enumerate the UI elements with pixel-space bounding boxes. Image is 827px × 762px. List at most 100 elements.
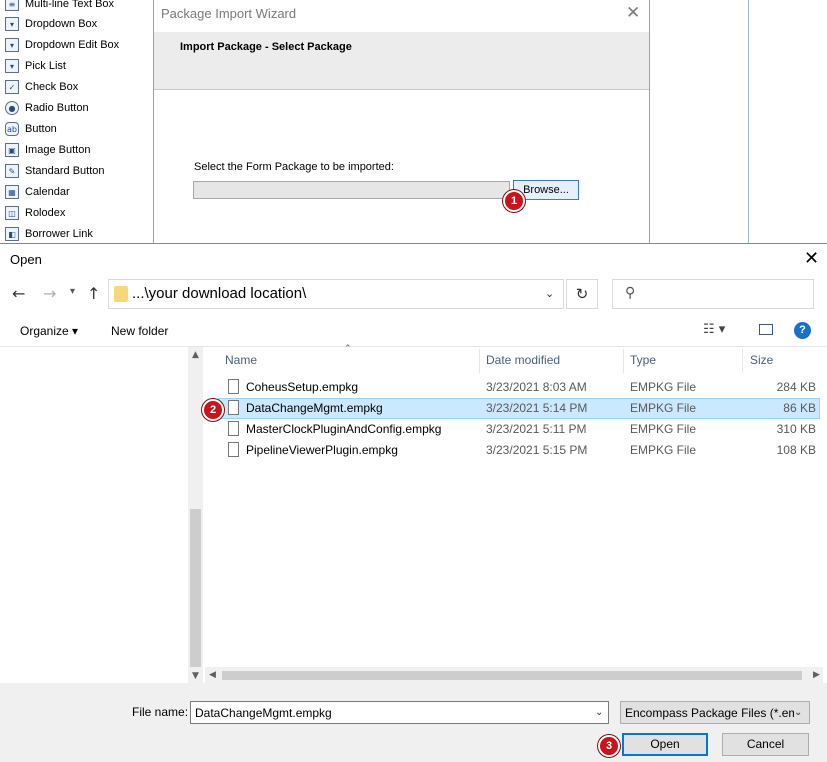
dialog-footer: File name: DataChangeMgmt.empkg ⌄ Encomp…	[0, 683, 827, 762]
refresh-icon[interactable]: ↻	[566, 279, 598, 309]
horizontal-scroll-thumb[interactable]	[222, 671, 802, 680]
file-name: PipelineViewerPlugin.empkg	[246, 443, 398, 457]
cancel-button[interactable]: Cancel	[722, 733, 809, 756]
scroll-left-arrow-icon[interactable]: ◀	[209, 670, 216, 680]
toolbox-item-multiline-text-box[interactable]: ≡ Multi-line Text Box	[5, 0, 114, 14]
toolbox-item-check-box[interactable]: ✓ Check Box	[5, 77, 78, 97]
help-icon[interactable]: ?	[794, 322, 811, 339]
toolbox-item-label: Rolodex	[25, 207, 66, 219]
new-folder-button[interactable]: New folder	[111, 324, 168, 338]
change-view-icon[interactable]: ☷ ▾	[703, 322, 725, 337]
toolbox-item-borrower-link[interactable]: ◧ Borrower Link	[5, 224, 93, 244]
file-name-label: File name:	[132, 705, 189, 719]
file-name: CoheusSetup.empkg	[246, 380, 359, 394]
organize-menu[interactable]: Organize ▾	[20, 324, 78, 338]
column-separator[interactable]	[742, 349, 743, 373]
toolbox-item-label: Radio Button	[25, 102, 89, 114]
step-badge-1: 1	[503, 190, 525, 212]
toolbox-item-label: Check Box	[25, 81, 79, 93]
toolbox-item-rolodex[interactable]: ◫ Rolodex	[5, 203, 65, 223]
file-name: MasterClockPluginAndConfig.empkg	[246, 422, 442, 436]
file-size: 284 KB	[776, 380, 816, 394]
toolbox-item-radio-button[interactable]: ● Radio Button	[5, 98, 89, 118]
file-type: EMPKG File	[630, 380, 697, 394]
wizard-close-icon[interactable]: ✕	[626, 3, 640, 23]
scroll-right-arrow-icon[interactable]: ▶	[813, 670, 820, 680]
preview-pane-icon[interactable]	[759, 324, 773, 335]
folder-icon	[114, 286, 128, 302]
file-name-input[interactable]: DataChangeMgmt.empkg ⌄	[190, 701, 609, 724]
toolbox-item-pick-list[interactable]: ▾ Pick List	[5, 56, 66, 76]
open-button[interactable]: Open	[622, 733, 708, 756]
toolbox-item-button[interactable]: ab Button	[5, 119, 57, 139]
search-box[interactable]: ⚲	[612, 279, 814, 309]
up-arrow-icon[interactable]: ↑	[87, 284, 100, 303]
recent-locations-chevron-icon[interactable]: ▾	[70, 286, 75, 297]
file-type: EMPKG File	[630, 443, 697, 457]
column-header-type[interactable]: Type	[630, 353, 656, 367]
wizard-title: Package Import Wizard	[161, 6, 297, 21]
file-icon	[228, 379, 239, 394]
scroll-down-arrow-icon[interactable]: ▼	[192, 671, 199, 681]
file-date: 3/23/2021 5:15 PM	[486, 443, 588, 457]
forward-arrow-icon[interactable]: →	[43, 284, 56, 303]
toolbox-item-label: Standard Button	[25, 165, 105, 177]
dialog-title: Open	[10, 252, 42, 267]
toolbox-item-label: Dropdown Box	[25, 18, 98, 30]
background-panel	[650, 0, 827, 243]
file-type: EMPKG File	[630, 422, 697, 436]
column-header-name[interactable]: Name	[225, 353, 257, 367]
column-separator[interactable]	[479, 349, 480, 373]
step-badge-3: 3	[598, 735, 620, 757]
file-type-filter-select[interactable]: Encompass Package Files (*.em ⌄	[620, 701, 810, 724]
navigation-pane[interactable]	[0, 347, 188, 683]
toolbox-item-calendar[interactable]: ▦ Calendar	[5, 182, 70, 202]
toolbox-item-dropdown-edit-box[interactable]: ▾ Dropdown Edit Box	[5, 35, 119, 55]
file-row[interactable]: MasterClockPluginAndConfig.empkg 3/23/20…	[218, 419, 820, 440]
wizard-step-heading: Import Package - Select Package	[180, 41, 352, 53]
back-arrow-icon[interactable]: ←	[12, 284, 25, 303]
button-icon: ab	[5, 122, 19, 136]
column-separator[interactable]	[623, 349, 624, 373]
package-import-wizard: Package Import Wizard ✕ Import Package -…	[153, 0, 650, 243]
borrower-link-icon: ◧	[5, 227, 19, 241]
column-header-size[interactable]: Size	[750, 353, 773, 367]
column-header-date-modified[interactable]: Date modified	[486, 353, 560, 367]
scroll-up-arrow-icon[interactable]: ▲	[192, 350, 199, 360]
file-size: 310 KB	[776, 422, 816, 436]
file-icon	[228, 442, 239, 457]
wizard-header: Import Package - Select Package	[154, 32, 649, 90]
toolbox-item-image-button[interactable]: ▣ Image Button	[5, 140, 90, 160]
check-box-icon: ✓	[5, 80, 19, 94]
column-headers: ⌃ Name Date modified Type Size	[205, 344, 823, 374]
toolbox-item-label: Multi-line Text Box	[25, 0, 115, 10]
file-name-dropdown-chevron-icon[interactable]: ⌄	[595, 707, 603, 718]
file-date: 3/23/2021 5:14 PM	[486, 401, 588, 415]
file-row[interactable]: CoheusSetup.empkg 3/23/2021 8:03 AM EMPK…	[218, 377, 820, 398]
sort-ascending-icon: ⌃	[344, 344, 352, 354]
search-icon: ⚲	[625, 285, 636, 301]
toolbox-item-label: Dropdown Edit Box	[25, 39, 120, 51]
file-row-selected[interactable]: DataChangeMgmt.empkg 3/23/2021 5:14 PM E…	[218, 398, 820, 419]
address-bar[interactable]: ...\your download location\ ⌄	[108, 279, 564, 309]
toolbox-item-label: Pick List	[25, 60, 66, 72]
address-path: ...\your download location\	[132, 285, 307, 302]
file-row[interactable]: PipelineViewerPlugin.empkg 3/23/2021 5:1…	[218, 440, 820, 461]
file-type: EMPKG File	[630, 401, 697, 415]
pick-list-icon: ▾	[5, 59, 19, 73]
rolodex-icon: ◫	[5, 206, 19, 220]
toolbox-item-standard-button[interactable]: ✎ Standard Button	[5, 161, 105, 181]
file-icon	[228, 400, 239, 415]
file-name-value: DataChangeMgmt.empkg	[195, 706, 332, 720]
file-size: 86 KB	[783, 401, 816, 415]
package-path-input[interactable]	[193, 181, 510, 199]
navigation-scroll-thumb[interactable]	[190, 509, 201, 667]
toolbox-item-dropdown-box[interactable]: ▾ Dropdown Box	[5, 14, 97, 34]
dialog-close-icon[interactable]: ✕	[804, 248, 819, 269]
image-button-icon: ▣	[5, 143, 19, 157]
filter-dropdown-chevron-icon[interactable]: ⌄	[794, 707, 803, 718]
file-date: 3/23/2021 8:03 AM	[486, 380, 587, 394]
address-dropdown-chevron-icon[interactable]: ⌄	[545, 287, 554, 300]
toolbox-item-label: Button	[25, 123, 57, 135]
radio-button-icon: ●	[5, 101, 19, 115]
